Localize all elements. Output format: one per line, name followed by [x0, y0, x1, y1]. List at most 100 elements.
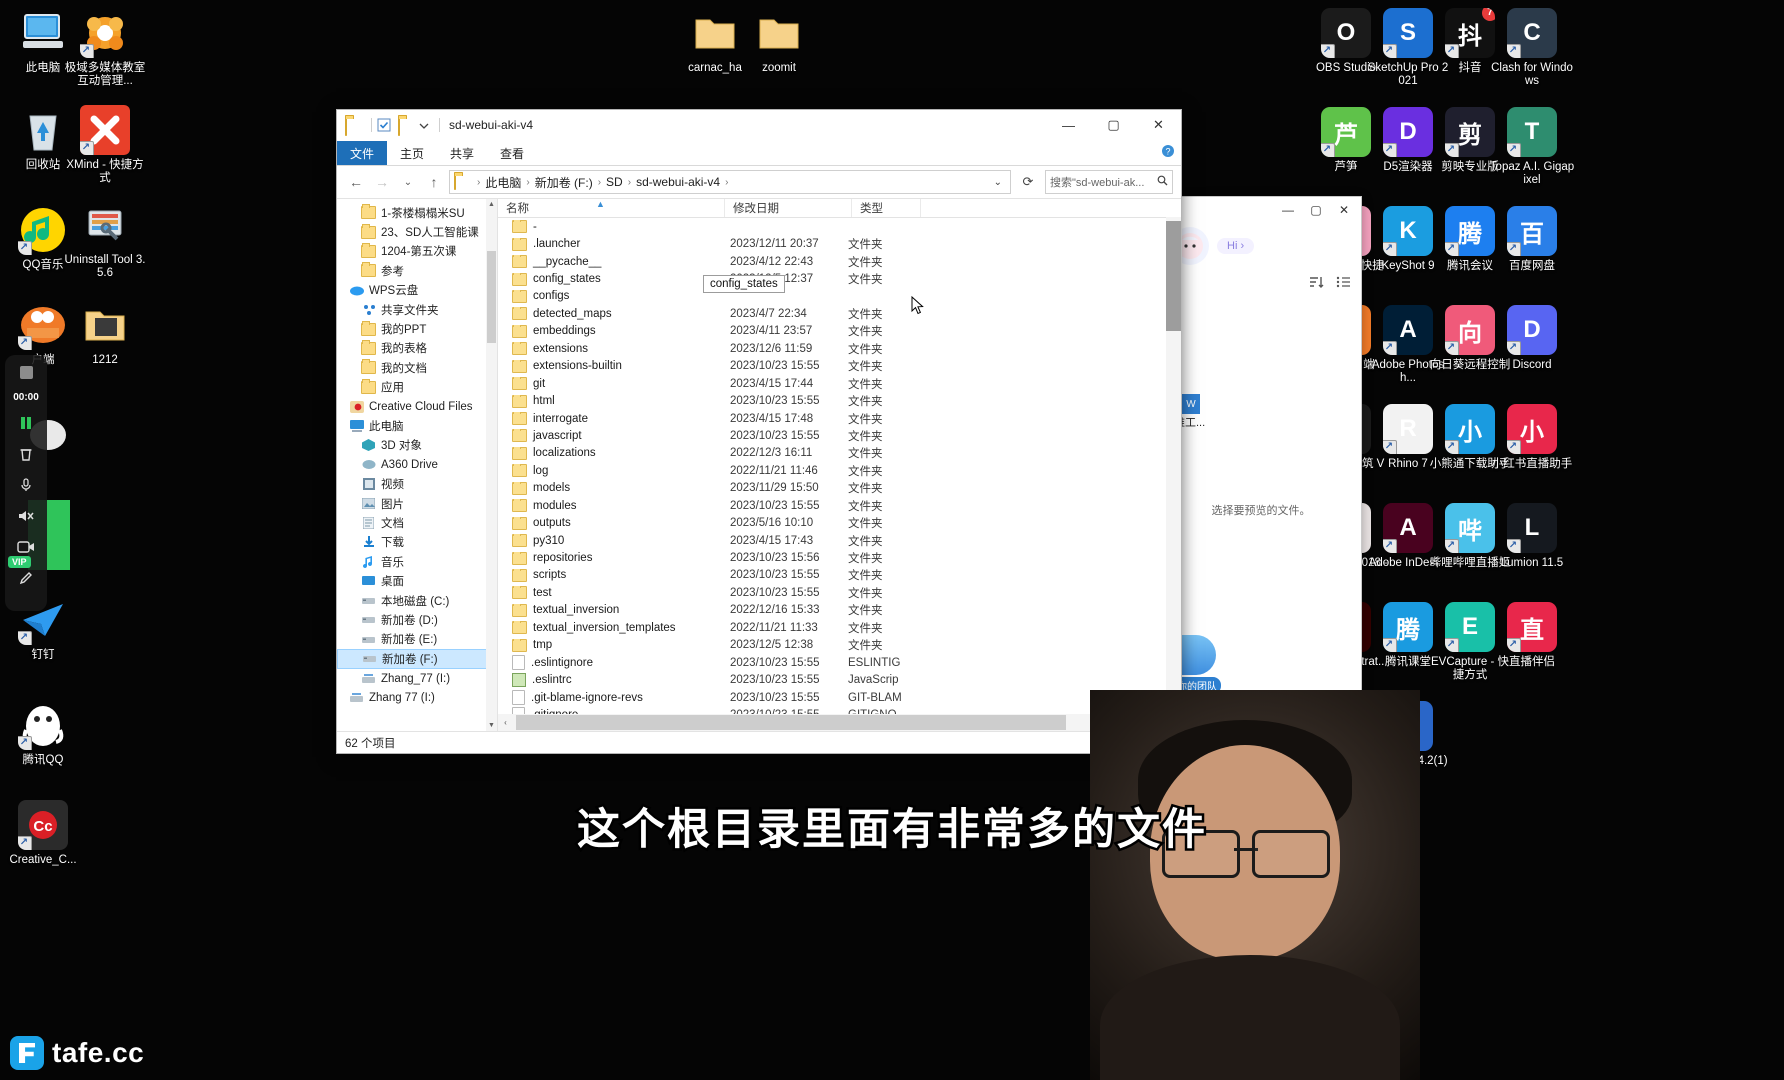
mute-icon[interactable]	[15, 505, 37, 527]
desktop-icon-mythware[interactable]: ↗ 极域多媒体教室互动管理...	[62, 8, 148, 88]
tab-file[interactable]: 文件	[337, 141, 388, 165]
navpane-item[interactable]: 桌面	[337, 571, 497, 590]
navpane-item[interactable]: 我的PPT	[337, 319, 497, 338]
navpane-item[interactable]: 1-茶楼榻榻米SU	[337, 203, 497, 222]
desktop-icon-lumion[interactable]: L ↗ Lumion 11.5	[1489, 503, 1575, 570]
list-icon[interactable]	[1336, 275, 1351, 292]
file-rows[interactable]: - .launcher 2023/12/11 20:37 文件夹 __pycache__…	[498, 218, 1181, 714]
close-button[interactable]: ✕	[1136, 110, 1181, 140]
trash-icon[interactable]	[15, 443, 37, 465]
navpane-item[interactable]: 图片	[337, 494, 497, 513]
ribbon-tabs[interactable]: 文件 主页 共享 查看 ?	[337, 141, 1181, 166]
file-row[interactable]: scripts 2023/10/23 15:55 文件夹	[498, 567, 1181, 584]
navigation-pane[interactable]: 1-茶楼榻榻米SU 23、SD人工智能课 1204-第五次课 参考 WPS云盘 共享文件夹…	[337, 199, 498, 731]
file-row[interactable]: extensions 2023/12/6 11:59 文件夹	[498, 340, 1181, 357]
maximize-button[interactable]: ▢	[1091, 110, 1136, 140]
minimize-icon[interactable]: —	[1275, 198, 1301, 222]
desktop-icon-xiaohongshu-live[interactable]: 小 ↗ 小红书直播助手	[1489, 404, 1575, 471]
navpane-item[interactable]: 本地磁盘 (C:)	[337, 591, 497, 610]
desktop-icon-tencent-qq[interactable]: ↗ 腾讯QQ	[0, 700, 86, 767]
column-header-date[interactable]: 修改日期	[725, 199, 852, 217]
navpane-item[interactable]: 3D 对象	[337, 436, 497, 455]
refresh-button[interactable]: ⟳	[1015, 170, 1041, 194]
camera-icon[interactable]	[15, 536, 37, 558]
file-row[interactable]: py310 2023/4/15 17:43 文件夹	[498, 532, 1181, 549]
address-bar[interactable]: ← → ⌄ ↑ › 此电脑 › 新加卷 (F:) › SD › sd-webui…	[337, 166, 1181, 199]
forward-button[interactable]: →	[371, 171, 393, 193]
file-explorer-window[interactable]: sd-webui-aki-v4 — ▢ ✕ 文件 主页 共享 查看 ? ← → …	[336, 109, 1182, 754]
navpane-item[interactable]: Zhang_77 (I:)	[337, 669, 497, 688]
maximize-icon[interactable]: ▢	[1303, 198, 1329, 222]
breadcrumb-item-0[interactable]: 此电脑	[482, 173, 524, 192]
column-header-type[interactable]: 类型	[852, 199, 921, 217]
desktop-icon-clash[interactable]: C ↗ Clash for Windows	[1489, 8, 1575, 88]
recent-locations-button[interactable]: ⌄	[397, 171, 419, 193]
scroll-down-icon[interactable]: ▼	[486, 720, 497, 731]
column-headers[interactable]: 名称 修改日期 类型 ▲	[498, 199, 1181, 218]
file-row[interactable]: javascript 2023/10/23 15:55 文件夹	[498, 427, 1181, 444]
search-icon[interactable]	[1157, 175, 1168, 189]
breadcrumb[interactable]: › 此电脑 › 新加卷 (F:) › SD › sd-webui-aki-v4 …	[449, 170, 1011, 194]
minimize-button[interactable]: —	[1046, 110, 1091, 140]
breadcrumb-item-1[interactable]: 新加卷 (F:)	[532, 173, 596, 192]
navpane-item[interactable]: Creative Cloud Files	[337, 397, 497, 416]
file-row[interactable]: __pycache__ 2023/4/12 22:43 文件夹	[498, 253, 1181, 270]
navpane-item[interactable]: 音乐	[337, 552, 497, 571]
desktop-icon-uninstall-tool[interactable]: Uninstall Tool 3.5.6	[62, 200, 148, 280]
navpane-item[interactable]: 应用	[337, 378, 497, 397]
navpane-item[interactable]: 参考	[337, 261, 497, 280]
file-row[interactable]: localizations 2022/12/3 16:11 文件夹	[498, 445, 1181, 462]
scroll-up-icon[interactable]: ▲	[486, 199, 497, 210]
file-row[interactable]: html 2023/10/23 15:55 文件夹	[498, 392, 1181, 409]
scrollbar-thumb[interactable]	[487, 251, 496, 343]
navpane-item[interactable]: 视频	[337, 474, 497, 493]
breadcrumb-item-2[interactable]: SD	[603, 174, 626, 190]
properties-icon[interactable]	[377, 118, 393, 132]
scrollbar-track[interactable]	[513, 715, 1166, 730]
file-row[interactable]: -	[498, 218, 1181, 235]
navpane-item[interactable]: 此电脑	[337, 416, 497, 435]
scrollbar-thumb[interactable]	[516, 715, 1066, 730]
wps-toolbar[interactable]	[1161, 269, 1361, 298]
navpane-item[interactable]: WPS云盘	[337, 281, 497, 300]
pause-icon[interactable]	[15, 412, 37, 434]
file-row[interactable]: test 2023/10/23 15:55 文件夹	[498, 584, 1181, 601]
navpane-item[interactable]: Zhang 77 (I:)	[337, 688, 497, 707]
recorder-toolbar[interactable]: 00:00	[5, 355, 47, 611]
desktop-icon-baidu-netdisk[interactable]: 百 ↗ 百度网盘	[1489, 206, 1575, 273]
navpane-item[interactable]: 1204-第五次课	[337, 242, 497, 261]
wps-greeting-row[interactable]: Hi ›	[1161, 223, 1361, 269]
tab-home[interactable]: 主页	[387, 141, 437, 165]
navpane-item[interactable]: 新加卷 (E:)	[337, 630, 497, 649]
new-folder-icon[interactable]	[398, 117, 414, 136]
file-row[interactable]: modules 2023/10/23 15:55 文件夹	[498, 497, 1181, 514]
navpane-item[interactable]: 新加卷 (D:)	[337, 610, 497, 629]
file-row[interactable]: embeddings 2023/4/11 23:57 文件夹	[498, 323, 1181, 340]
file-row[interactable]: detected_maps 2023/4/7 22:34 文件夹	[498, 305, 1181, 322]
explorer-titlebar[interactable]: sd-webui-aki-v4 — ▢ ✕	[337, 110, 1181, 141]
desktop-icon-live-companion[interactable]: 直 ↗ 直播伴侣	[1489, 602, 1575, 669]
file-list-pane[interactable]: 名称 修改日期 类型 ▲ - .launcher 2023/12/11 20:37 文…	[498, 199, 1181, 731]
navpane-item[interactable]: 文档	[337, 513, 497, 532]
stop-icon[interactable]	[15, 361, 37, 383]
file-row[interactable]: .eslintignore 2023/10/23 15:55 ESLINTIG	[498, 654, 1181, 671]
file-row[interactable]: textual_inversion 2022/12/16 15:33 文件夹	[498, 602, 1181, 619]
file-row[interactable]: git 2023/4/15 17:44 文件夹	[498, 375, 1181, 392]
back-button[interactable]: ←	[345, 171, 367, 193]
desktop-icon-topaz-gigapixel[interactable]: T ↗ Topaz A.I. Gigapixel	[1489, 107, 1575, 187]
navpane-item[interactable]: 我的表格	[337, 339, 497, 358]
horizontal-scrollbar[interactable]: ‹ ›	[498, 714, 1181, 731]
wps-greeting[interactable]: Hi ›	[1217, 238, 1255, 254]
pen-icon[interactable]	[15, 567, 37, 589]
navpane-item[interactable]: 23、SD人工智能课	[337, 222, 497, 241]
tab-view[interactable]: 查看	[487, 141, 537, 165]
file-row[interactable]: textual_inversion_templates 2022/11/21 11…	[498, 619, 1181, 636]
navpane-item[interactable]: 下载	[337, 533, 497, 552]
file-row[interactable]: .eslintrc 2023/10/23 15:55 JavaScrip	[498, 671, 1181, 688]
file-row[interactable]: outputs 2023/5/16 10:10 文件夹	[498, 514, 1181, 531]
file-row[interactable]: .gitignore2023/10/23 15:55GITIGNO	[498, 706, 1181, 714]
desktop-icon-xmind[interactable]: ↗ XMind - 快捷方式	[62, 105, 148, 185]
file-row[interactable]: interrogate 2023/4/15 17:48 文件夹	[498, 410, 1181, 427]
desktop-icon-discord[interactable]: D ↗ Discord	[1489, 305, 1575, 372]
file-row[interactable]: config_states2023/12/5 12:37文件夹	[498, 270, 1181, 287]
